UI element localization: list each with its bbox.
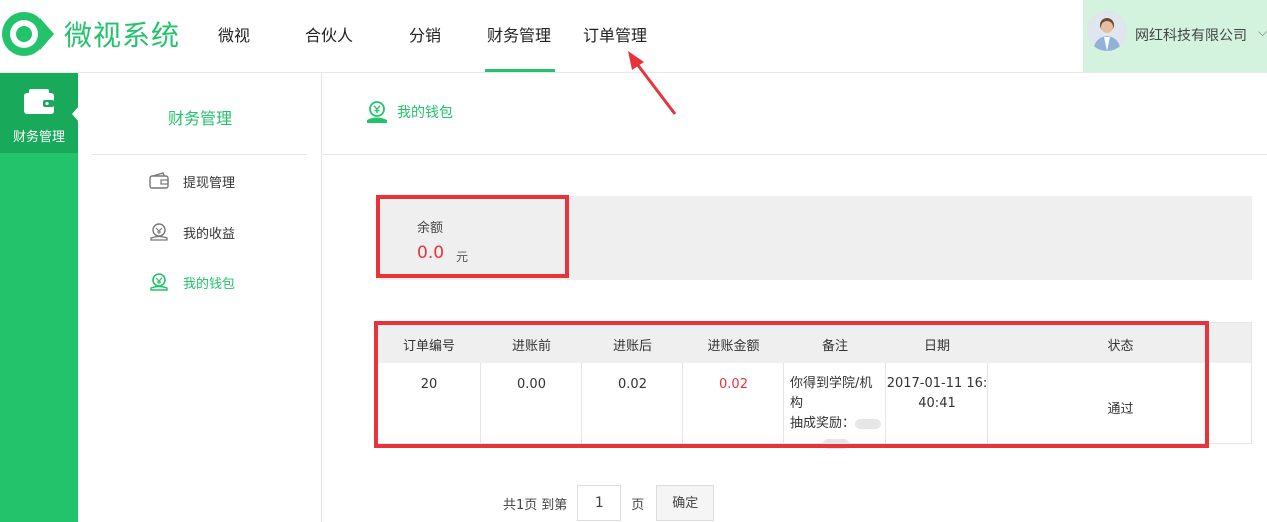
- page-total: 共1页: [503, 497, 538, 513]
- balance-unit: 元: [456, 250, 469, 264]
- nav-active-underline: [485, 69, 555, 72]
- nav-item-partner[interactable]: 合伙人: [305, 22, 353, 46]
- subnav-item-earnings[interactable]: 我的收益: [148, 222, 235, 242]
- page-number-input[interactable]: 1: [577, 485, 622, 521]
- left-sidebar: 财务管理: [0, 73, 79, 522]
- subnav-item-label: 我的收益: [183, 226, 236, 242]
- goto-label: 到第: [541, 497, 568, 513]
- subnav-item-withdraw[interactable]: 提现管理: [148, 171, 235, 191]
- table-highlight-box: [374, 321, 1209, 448]
- wallet-user-icon: [150, 273, 168, 291]
- nav-item-weishi[interactable]: 微视: [218, 22, 250, 46]
- withdraw-icon: [149, 172, 169, 189]
- balance-highlight-box: [376, 195, 569, 278]
- eye-logo-icon: [2, 12, 54, 56]
- chevron-down-icon[interactable]: ⌵: [1258, 25, 1267, 40]
- nav-item-orders[interactable]: 订单管理: [583, 22, 647, 46]
- subnav-item-label: 提现管理: [183, 175, 236, 191]
- sub-navigation: 财务管理 提现管理 我的收益 我的钱包: [78, 73, 322, 522]
- nav-item-distribution[interactable]: 分销: [409, 22, 441, 46]
- subnav-item-label: 我的钱包: [183, 276, 236, 292]
- annotation-arrow-icon: [628, 51, 677, 115]
- nav-item-finance[interactable]: 财务管理: [487, 22, 551, 46]
- tab-my-wallet[interactable]: 我的钱包: [365, 100, 453, 124]
- wallet-icon: [24, 89, 54, 114]
- brand-name: 微视系统: [64, 19, 181, 52]
- avatar: [1087, 11, 1127, 51]
- sidebar-item-label: 财务管理: [12, 130, 65, 145]
- tab-label: 我的钱包: [397, 105, 453, 121]
- yuan-hand-icon: [367, 101, 387, 123]
- user-menu[interactable]: 网红科技有限公司 ⌵: [1083, 0, 1267, 72]
- page-unit: 页: [631, 497, 645, 513]
- divider: [92, 154, 307, 155]
- subnav-item-wallet[interactable]: 我的钱包: [148, 272, 235, 292]
- balance-label: 余额: [417, 221, 444, 236]
- company-name: 网红科技有限公司: [1135, 28, 1247, 44]
- content-header: 我的钱包: [323, 73, 1267, 155]
- subnav-title: 财务管理: [167, 109, 232, 128]
- balance-value: 0.0: [417, 243, 445, 263]
- confirm-button[interactable]: 确定: [656, 485, 715, 521]
- sidebar-item-finance[interactable]: 财务管理: [0, 73, 79, 153]
- earnings-icon: [150, 223, 168, 241]
- brand-logo[interactable]: 微视系统: [0, 10, 180, 58]
- pagination: 共1页 到第 1 页 确定: [503, 485, 715, 521]
